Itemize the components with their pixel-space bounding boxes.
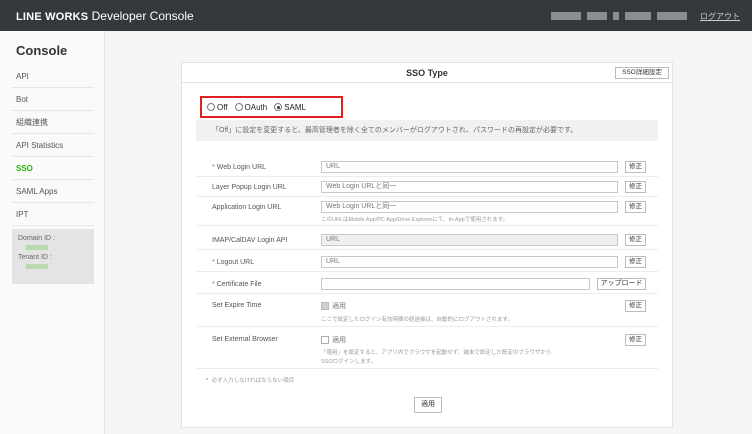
sidebar-item-sso[interactable]: SSO (12, 157, 94, 180)
row-divider (196, 271, 658, 272)
logout-link[interactable]: ログアウト (700, 11, 740, 22)
sidebar-title: Console (16, 43, 68, 58)
radio-off-label: Off (217, 102, 228, 112)
logout-url-edit-button[interactable]: 修正 (625, 256, 646, 268)
application-login-url-label: Application Login URL (212, 204, 282, 211)
radio-saml-label: SAML (284, 102, 307, 112)
expire-time-hint: ここで設定したログイン有効時間の経過後は、自動的にログアウトされます。 (321, 317, 513, 323)
id-info-box: Domain ID : Tenant ID : (12, 229, 94, 284)
brand-name: LINE WORKS (16, 11, 89, 23)
panel-title: SSO Type (406, 68, 448, 78)
radio-oauth-label: OAuth (244, 102, 268, 112)
domain-id-value (26, 245, 48, 250)
row-divider (196, 368, 658, 369)
account-info (551, 12, 687, 20)
row-divider (196, 196, 658, 197)
sidebar-item-api[interactable]: API (12, 65, 94, 88)
radio-oauth[interactable]: OAuth (234, 102, 268, 112)
layer-popup-login-url-edit-button[interactable]: 修正 (625, 181, 646, 193)
web-login-url-label: * Web Login URL (212, 164, 267, 171)
imap-caldav-login-api-edit-button[interactable]: 修正 (625, 234, 646, 246)
radio-saml[interactable]: SAML (274, 103, 306, 112)
sidebar-menu: API Bot 組織連携 API Statistics SSO SAML App… (12, 65, 94, 226)
expire-time-edit-button[interactable]: 修正 (625, 300, 646, 312)
logout-url-label: * Logout URL (212, 259, 255, 266)
panel-header: SSO Type SSO詳細設定 (182, 63, 672, 83)
external-browser-checkbox[interactable]: 適用 (321, 335, 346, 345)
tenant-id-value (26, 264, 48, 269)
row-divider (196, 326, 658, 327)
sidebar-item-org-sync[interactable]: 組織連携 (12, 111, 94, 134)
set-external-browser-label: Set External Browser (212, 336, 278, 343)
radio-off[interactable]: Off (207, 103, 228, 112)
row-divider (196, 225, 658, 226)
sidebar-item-api-statistics[interactable]: API Statistics (12, 134, 94, 157)
layer-popup-login-url-input[interactable]: Web Login URLと同一 (321, 181, 618, 193)
external-browser-hint-2: SSOログインします。 (321, 359, 377, 365)
radio-oauth-circle[interactable] (234, 103, 243, 111)
external-browser-checkbox-box[interactable] (321, 336, 329, 344)
radio-saml-circle[interactable] (274, 103, 283, 111)
radio-off-circle[interactable] (207, 103, 215, 111)
tenant-id-label: Tenant ID : (18, 254, 52, 261)
application-login-url-edit-button[interactable]: 修正 (625, 201, 646, 213)
imap-caldav-login-api-label: IMAP/CalDAV Login API (212, 237, 288, 244)
sso-detail-settings-button[interactable]: SSO詳細設定 (615, 67, 669, 79)
sso-type-radio-group: Off OAuth SAML (200, 96, 343, 118)
row-divider (196, 293, 658, 294)
certificate-upload-button[interactable]: アップロード (597, 278, 646, 290)
domain-id-label: Domain ID : (18, 235, 55, 242)
sidebar-item-bot[interactable]: Bot (12, 88, 94, 111)
application-login-url-input[interactable]: Web Login URLと同一 (321, 201, 618, 213)
apply-button[interactable]: 適用 (414, 397, 442, 413)
imap-caldav-login-api-input[interactable]: URL (321, 234, 618, 246)
expire-time-checkbox-box[interactable] (321, 302, 329, 310)
external-browser-hint-1: 「適用」を設定すると、アプリ内でブラウザを起動せず、端末で設定した既定のブラウザ… (321, 350, 552, 356)
row-divider (196, 176, 658, 177)
sidebar-item-saml-apps[interactable]: SAML Apps (12, 180, 94, 203)
layer-popup-login-url-label: Layer Popup Login URL (212, 184, 287, 191)
sso-panel: SSO Type SSO詳細設定 Off OAuth SAML 「Off」に設定… (181, 62, 673, 428)
expire-time-checkbox-label: 適用 (332, 303, 346, 310)
external-browser-edit-button[interactable]: 修正 (625, 334, 646, 346)
external-browser-checkbox-label: 適用 (332, 337, 346, 344)
logout-url-input[interactable]: URL (321, 256, 618, 268)
required-fields-note: * 必ず入力しなければならない項目 (206, 378, 295, 384)
expire-time-checkbox[interactable]: 適用 (321, 301, 346, 311)
web-login-url-input[interactable]: URL (321, 161, 618, 173)
certificate-file-input[interactable] (321, 278, 590, 290)
set-expire-time-label: Set Expire Time (212, 302, 262, 309)
row-divider (196, 249, 658, 250)
brand-subtitle: Developer Console (88, 9, 194, 23)
web-login-url-edit-button[interactable]: 修正 (625, 161, 646, 173)
brand-logo: LINE WORKS Developer Console (16, 9, 194, 23)
off-warning-notice: 「Off」に設定を変更すると、最高管理者を除く全てのメンバーがログアウトされ、パ… (196, 120, 658, 141)
sidebar: Console API Bot 組織連携 API Statistics SSO … (0, 31, 105, 434)
certificate-file-label: * Certificate File (212, 281, 262, 288)
application-login-url-hint: このURLはMobile App/PC App/Drive Explorerにて… (321, 217, 509, 223)
sidebar-item-ipt[interactable]: IPT (12, 203, 94, 226)
top-bar: LINE WORKS Developer Console ログアウト (0, 0, 752, 31)
